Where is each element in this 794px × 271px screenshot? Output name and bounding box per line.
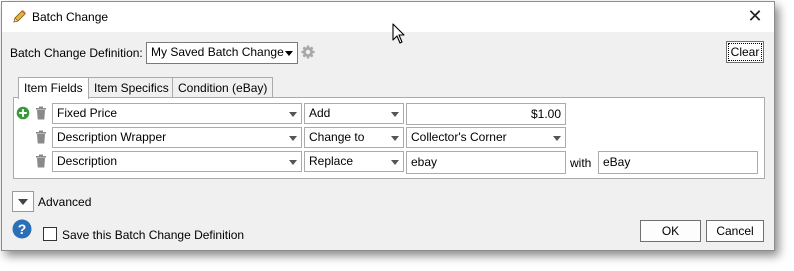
chevron-down-icon	[289, 160, 297, 165]
cancel-button[interactable]: Cancel	[706, 220, 764, 242]
action-select-value: Add	[309, 106, 331, 120]
batch-change-dialog: Batch Change ✕ Batch Change Definition: …	[1, 1, 775, 251]
definition-select-value: My Saved Batch Change	[151, 45, 284, 59]
action-select[interactable]: Change to	[304, 127, 404, 148]
save-definition-checkbox[interactable]	[43, 227, 57, 241]
chevron-down-icon	[289, 112, 297, 117]
chevron-down-icon	[391, 160, 399, 165]
field-select[interactable]: Fixed Price	[52, 103, 302, 124]
ok-button[interactable]: OK	[640, 220, 701, 242]
action-select[interactable]: Add	[304, 103, 404, 124]
chevron-down-icon	[553, 136, 561, 141]
trash-icon[interactable]	[35, 106, 47, 120]
svg-text:?: ?	[18, 221, 27, 237]
save-definition-label: Save this Batch Change Definition	[62, 228, 245, 242]
help-icon[interactable]: ?	[12, 219, 32, 239]
chevron-down-icon	[18, 199, 28, 205]
advanced-toggle-button[interactable]	[12, 191, 34, 212]
clear-button[interactable]: Clear	[726, 41, 764, 63]
find-text-field[interactable]: ebay	[406, 151, 566, 174]
trash-icon[interactable]	[35, 130, 47, 144]
field-select-value: Fixed Price	[57, 106, 118, 120]
definition-select[interactable]: My Saved Batch Change	[146, 42, 298, 64]
pencil-icon	[13, 10, 26, 23]
field-select-value: Description	[57, 154, 118, 168]
advanced-label: Advanced	[38, 195, 92, 209]
tab-item-fields[interactable]: Item Fields	[18, 77, 89, 99]
close-icon[interactable]: ✕	[746, 7, 764, 25]
action-select-value: Replace	[309, 154, 354, 168]
chevron-down-icon	[391, 112, 399, 117]
tab-item-specifics[interactable]: Item Specifics	[88, 77, 175, 98]
replace-text-field[interactable]: eBay	[598, 151, 758, 174]
action-select[interactable]: Replace	[304, 151, 404, 172]
with-label: with	[570, 156, 592, 170]
definition-label: Batch Change Definition:	[10, 46, 143, 60]
value-field[interactable]: $1.00	[406, 103, 566, 125]
action-select-value: Change to	[309, 130, 365, 144]
mouse-cursor-icon	[392, 23, 405, 44]
field-select-value: Description Wrapper	[57, 130, 167, 144]
field-select[interactable]: Description Wrapper	[52, 127, 302, 148]
window-title: Batch Change	[32, 10, 109, 24]
trash-icon[interactable]	[35, 154, 47, 168]
chevron-down-icon	[285, 51, 293, 56]
chevron-down-icon	[391, 136, 399, 141]
tab-condition-ebay[interactable]: Condition (eBay)	[172, 77, 274, 98]
chevron-down-icon	[289, 136, 297, 141]
value-select[interactable]: Collector's Corner	[406, 127, 566, 148]
gear-icon[interactable]	[301, 45, 315, 59]
field-select[interactable]: Description	[52, 151, 302, 172]
title-bar: Batch Change ✕	[2, 2, 774, 32]
add-row-icon[interactable]	[16, 106, 30, 120]
value-select-value: Collector's Corner	[411, 130, 507, 144]
